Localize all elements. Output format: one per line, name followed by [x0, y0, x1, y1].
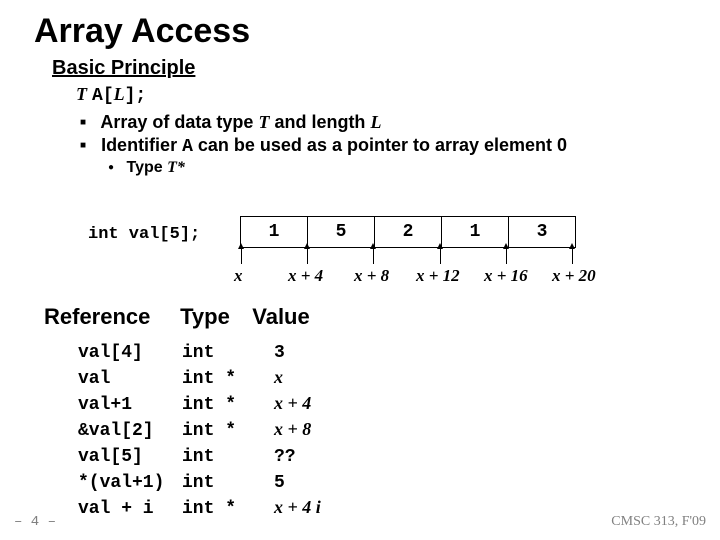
section-heading-principle: Basic Principle: [52, 57, 690, 80]
table-row: val int * x: [72, 366, 327, 390]
cell-type: int: [176, 340, 266, 364]
table-row: *(val+1) int 5: [72, 470, 327, 494]
table-row: val[4] int 3: [72, 340, 327, 364]
bullet-list: Array of data type T and length L Identi…: [80, 112, 690, 157]
arrow-x3: [440, 248, 441, 264]
caption-x3: x + 12: [416, 266, 460, 286]
bullet-1-pre: Array of data type: [100, 112, 258, 132]
caption-x2: x + 8: [354, 266, 389, 286]
cell-ref: *(val+1): [72, 470, 174, 494]
bullet-1: Array of data type T and length L: [80, 112, 690, 133]
page-number: – 4 –: [14, 514, 56, 530]
arrow-x0: [241, 248, 242, 264]
bullet-1-mid: and length: [269, 112, 370, 132]
slide: Array Access Basic Principle T A[L]; Arr…: [0, 0, 720, 540]
cell-ref: val[4]: [72, 340, 174, 364]
cell-type: int *: [176, 366, 266, 390]
table-row: val[5] int ??: [72, 444, 327, 468]
array-declaration-generic: T A[L];: [76, 84, 690, 106]
cell-type: int *: [176, 418, 266, 442]
cell-ref: val + i: [72, 496, 174, 520]
bullet-2-post: can be used as a pointer to array elemen…: [193, 135, 567, 155]
cell-ref: val+1: [72, 392, 174, 416]
cell-val: x + 8: [268, 418, 327, 442]
table-row: val + i int * x + 4 i: [72, 496, 327, 520]
table-row: &val[2] int * x + 8: [72, 418, 327, 442]
bullet-2-a: A: [182, 137, 193, 157]
array-cell-3: 1: [442, 217, 509, 247]
header-type: Type: [180, 304, 246, 330]
header-reference: Reference: [44, 304, 174, 330]
sub-bullet-pre: Type: [127, 159, 168, 176]
bullet-2: Identifier A can be used as a pointer to…: [80, 135, 690, 157]
cell-type: int: [176, 444, 266, 468]
table-header: Reference Type Value: [44, 304, 310, 330]
caption-x5: x + 20: [552, 266, 596, 286]
decl-t: T: [76, 84, 87, 104]
cell-ref: &val[2]: [72, 418, 174, 442]
decl-l: L: [114, 84, 125, 104]
caption-x1: x + 4: [288, 266, 323, 286]
decl-end: ];: [125, 86, 147, 106]
sub-bullet-t: T*: [167, 159, 185, 176]
cell-type: int: [176, 470, 266, 494]
cell-type: int *: [176, 392, 266, 416]
bullet-1-l: L: [370, 112, 381, 132]
array-declaration-example: int val[5];: [88, 225, 200, 244]
cell-val: 5: [274, 473, 285, 493]
table-row: val+1 int * x + 4: [72, 392, 327, 416]
decl-a: A[: [92, 86, 114, 106]
array-cell-4: 3: [509, 217, 575, 247]
reference-table: val[4] int 3 val int * x val+1 int * x +…: [70, 338, 329, 522]
cell-val: x + 4 i: [268, 496, 327, 520]
bullet-1-t: T: [258, 112, 269, 132]
array-cell-1: 5: [308, 217, 375, 247]
caption-x0: x: [234, 266, 243, 286]
header-value: Value: [252, 304, 309, 329]
cell-val: 3: [274, 343, 285, 363]
cell-val: ??: [274, 447, 296, 467]
array-diagram: 1 5 2 1 3: [240, 216, 576, 248]
slide-title: Array Access: [34, 12, 690, 51]
array-cell-2: 2: [375, 217, 442, 247]
caption-x4: x + 16: [484, 266, 528, 286]
sub-bullet-type: Type T*: [108, 159, 690, 177]
arrow-x1: [307, 248, 308, 264]
cell-val: x + 4: [268, 392, 327, 416]
arrow-x5: [572, 248, 573, 264]
arrow-x4: [506, 248, 507, 264]
bullet-2-pre: Identifier: [101, 135, 182, 155]
arrow-x2: [373, 248, 374, 264]
cell-type: int *: [176, 496, 266, 520]
cell-val: x: [268, 366, 327, 390]
cell-ref: val[5]: [72, 444, 174, 468]
array-cell-0: 1: [241, 217, 308, 247]
cell-ref: val: [72, 366, 174, 390]
course-footer: CMSC 313, F'09: [611, 514, 706, 530]
